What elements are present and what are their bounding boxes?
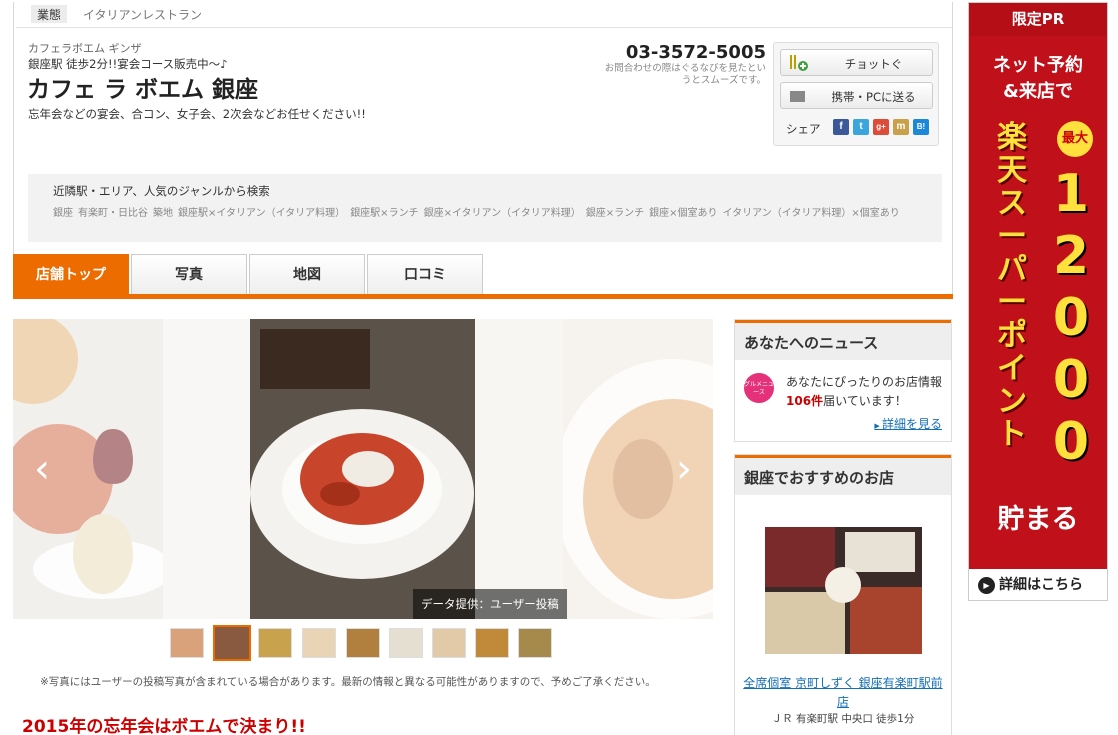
thumbnail[interactable]	[432, 628, 466, 658]
ad-save-text: 貯まる	[997, 504, 1079, 535]
ad-vertical-char: ー	[997, 285, 1027, 320]
news-line1: あなたにぴったりのお店情報	[786, 375, 943, 389]
ad-vertical-char: ー	[997, 219, 1027, 254]
nearby-link[interactable]: 銀座×ランチ	[586, 208, 644, 219]
recommend-title: 銀座でおすすめのお店	[735, 455, 951, 495]
ad-pr-label: 限定PR	[969, 3, 1107, 36]
thumbnail[interactable]	[170, 628, 204, 658]
shop-name: カフェ ラ ボエム 銀座	[27, 77, 259, 103]
recommend-shop-link[interactable]: 全席個室 京町しずく 銀座有楽町駅前店	[741, 674, 945, 712]
ad-vertical-char: 天	[997, 153, 1027, 188]
ad-max-badge: 最大	[1057, 121, 1093, 157]
ad-vertical-text: 楽天スーパーポイント	[983, 121, 1041, 451]
thumbnail[interactable]	[475, 628, 509, 658]
send-to-mobile-button[interactable]: 携帯・PCに送る	[780, 82, 933, 109]
news-box: あなたへのニュース グルメニュース あなたにぴったりのお店情報 106件届いてい…	[734, 319, 952, 442]
gallery-next-arrow[interactable]: ›	[667, 444, 701, 494]
shop-kana: カフェラボエム ギンザ	[28, 42, 142, 55]
ad-vertical-char: ポ	[997, 318, 1027, 353]
google-plus-icon[interactable]: g+	[873, 119, 889, 135]
category-bar: 業態 イタリアンレストラン	[16, 0, 952, 28]
phone-note: お問合わせの際はぐるなびを見たというとスムーズです。	[604, 63, 766, 86]
share-label: シェア	[786, 122, 821, 136]
recommend-box: 銀座でおすすめのお店 全席個室 京町しずく 銀座有楽町駅前店 ＪＲ 有楽町駅 中…	[734, 454, 952, 735]
ad-big-digit: 1	[1052, 164, 1090, 224]
action-box: チョットぐ 携帯・PCに送る シェア f t g+ m B!	[773, 42, 939, 146]
nearby-link[interactable]: 銀座駅×イタリアン（イタリア料理）	[178, 208, 345, 219]
nearby-link[interactable]: 銀座×イタリアン（イタリア料理）	[424, 208, 581, 219]
recommend-access: ＪＲ 有楽町駅 中央口 徒歩1分	[771, 713, 915, 725]
ad-big-digit: 2	[1052, 226, 1090, 286]
thumbnail[interactable]	[346, 628, 380, 658]
thumbnail[interactable]	[258, 628, 292, 658]
ad-vertical-char: ス	[997, 186, 1027, 221]
mixi-icon[interactable]: m	[893, 119, 909, 135]
category-value: イタリアンレストラン	[83, 8, 203, 22]
nearby-link[interactable]: 築地	[153, 208, 173, 219]
nearby-links: 銀座 有楽町・日比谷 築地 銀座駅×イタリアン（イタリア料理） 銀座駅×ランチ 銀座×イタ…	[53, 204, 905, 219]
phone-number[interactable]: 03-3572-5005	[620, 42, 766, 63]
thumbnail[interactable]	[518, 628, 552, 658]
photo-gallery: ‹ › データ提供：ユーザー投稿	[13, 319, 713, 619]
chotto-button[interactable]: チョットぐ	[780, 49, 933, 76]
tab-map[interactable]: 地図	[249, 254, 365, 294]
promo-heading: 2015年の忘年会はボエムで決まり!!	[22, 717, 306, 735]
tab-reviews[interactable]: 口コミ	[367, 254, 483, 294]
restaurant-photo	[765, 527, 922, 654]
ad-vertical-char: ト	[997, 417, 1027, 452]
mail-icon	[790, 91, 805, 102]
news-count: 106件	[786, 394, 824, 408]
ad-copy-line1: ネット予約	[993, 55, 1083, 76]
ad-vertical-char: パ	[997, 252, 1027, 287]
ad-big-digit: 0	[1052, 288, 1090, 348]
ad-copy-line2: &来店で	[1003, 81, 1073, 102]
ad-detail-button[interactable]: ▶ 詳細はこちら	[969, 569, 1107, 600]
nearby-link[interactable]: 有楽町・日比谷	[78, 208, 148, 219]
photo-note: ※写真にはユーザーの投稿写真が含まれている場合があります。最新の情報と異なる可能…	[40, 676, 656, 688]
pasta-photo	[250, 319, 475, 619]
thumbnail-active[interactable]	[213, 625, 251, 661]
nearby-search: 近隣駅・エリア、人気のジャンルから検索 銀座 有楽町・日比谷 築地 銀座駅×イタリアン…	[28, 174, 942, 242]
nearby-link[interactable]: 銀座	[53, 208, 73, 219]
gourmet-news-icon: グルメニュース	[744, 373, 774, 403]
photo-credit: データ提供：ユーザー投稿	[413, 589, 567, 619]
ad-detail-label: 詳細はこちら	[999, 577, 1083, 593]
gallery-main-photo[interactable]	[250, 319, 475, 619]
play-icon: ▶	[978, 577, 995, 594]
shop-tabs: 店舗トップ 写真 地図 口コミ	[13, 254, 953, 299]
shop-catch: 忘年会などの宴会、合コン、女子会、2次会などお任せください!!	[28, 107, 366, 121]
news-title: あなたへのニュース	[735, 320, 951, 360]
tab-photos[interactable]: 写真	[131, 254, 247, 294]
ad-vertical-char: 楽	[997, 120, 1027, 155]
nearby-link[interactable]: イタリアン（イタリア料理）×個室あり	[723, 208, 900, 219]
send-label: 携帯・PCに送る	[831, 90, 916, 104]
thumbnail[interactable]	[389, 628, 423, 658]
category-tag: 業態	[31, 5, 68, 23]
ad-vertical-char: ン	[997, 384, 1027, 419]
ad-vertical-char: イ	[997, 351, 1027, 386]
news-detail-link[interactable]: 詳細を見る	[874, 415, 942, 432]
recommend-photo[interactable]	[765, 527, 922, 654]
gallery-prev-arrow[interactable]: ‹	[25, 444, 59, 494]
ad-big-digit: 0	[1052, 350, 1090, 410]
nearby-title: 近隣駅・エリア、人気のジャンルから検索	[53, 184, 270, 198]
news-line2: 届いています！	[823, 394, 907, 408]
fork-plus-icon	[790, 55, 808, 71]
facebook-icon[interactable]: f	[833, 119, 849, 135]
nearby-link[interactable]: 銀座駅×ランチ	[350, 208, 418, 219]
ad-copy: ネット予約 &来店で	[969, 53, 1107, 105]
thumbnail[interactable]	[302, 628, 336, 658]
tab-shop-top[interactable]: 店舗トップ	[13, 254, 129, 294]
ad-banner[interactable]: 限定PR ネット予約 &来店で 12000 楽天スーパーポイント 最大 貯まる …	[968, 2, 1108, 601]
news-text: あなたにぴったりのお店情報 106件届いています！	[786, 373, 942, 411]
ad-big-digit: 0	[1052, 412, 1090, 472]
ad-big-number: 12000	[1051, 163, 1091, 473]
tab-underline	[13, 294, 953, 299]
nearby-link[interactable]: 銀座×個室あり	[649, 208, 717, 219]
chotto-label: チョットぐ	[844, 57, 903, 71]
hatena-bookmark-icon[interactable]: B!	[913, 119, 929, 135]
twitter-icon[interactable]: t	[853, 119, 869, 135]
